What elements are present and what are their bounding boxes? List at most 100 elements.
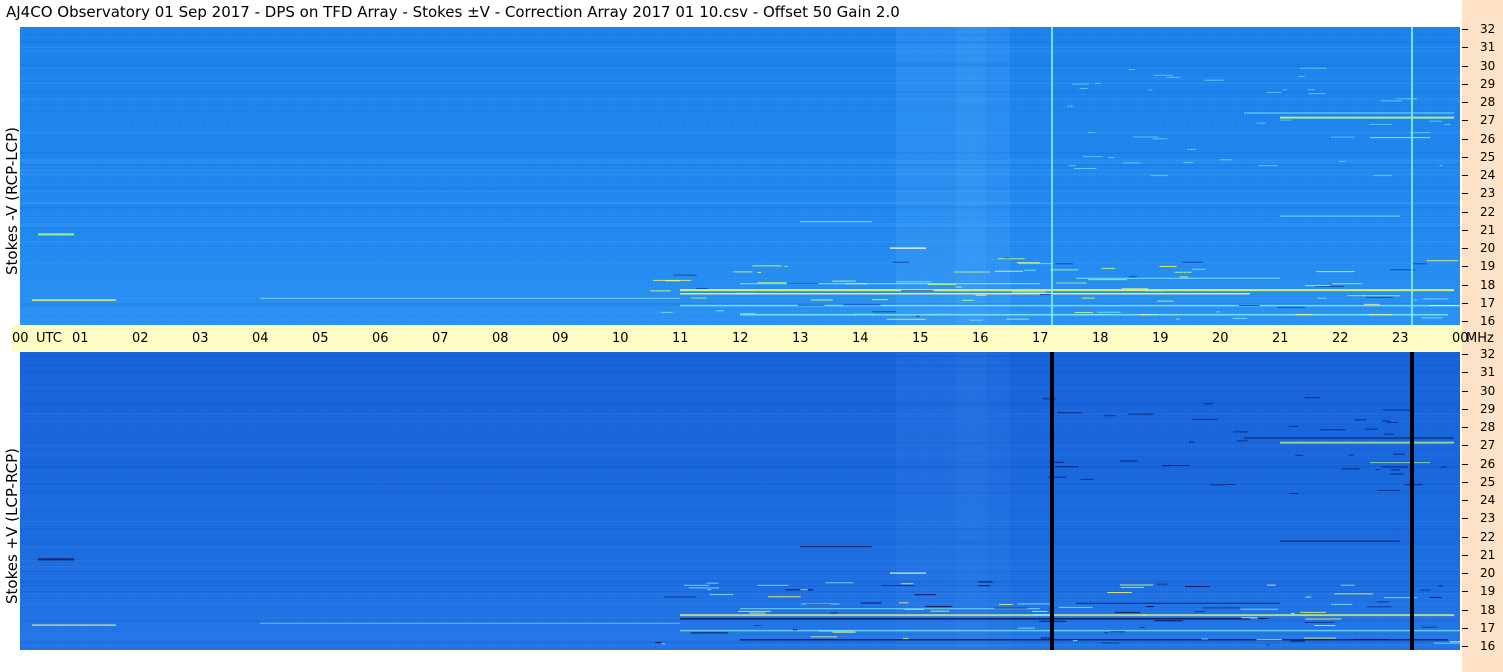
time-label-15: 15 [912, 331, 929, 346]
texture-band [20, 542, 1460, 545]
time-label-14: 14 [852, 331, 869, 346]
time-axis: 00 UTC 01 02 03 04 05 06 07 08 09 10 11 12 13 14 15 16 1… [12, 326, 1469, 352]
texture-band [20, 584, 1460, 587]
texture-band [20, 174, 1460, 176]
time-label-20: 20 [1212, 331, 1229, 346]
texture-band [20, 580, 1460, 583]
bottom-freq-label-19: 19 [1480, 584, 1496, 599]
texture-band [20, 311, 1460, 314]
bottom-spectrogram-svg [20, 352, 1460, 650]
top-freq-tick-25 [1462, 156, 1468, 158]
texture-band [20, 592, 1460, 595]
bottom-freq-label-20: 20 [1480, 566, 1496, 580]
bottom-freq-tick-20 [1462, 573, 1468, 574]
time-label-19: 19 [1152, 331, 1169, 346]
time-label-3: 03 [192, 331, 209, 346]
texture-band [20, 524, 1460, 526]
time-label-2: 02 [132, 331, 149, 346]
bottom-freq-tick-31 [1462, 372, 1468, 374]
mhz-unit-label: MHz [1466, 331, 1494, 346]
top-freq-tick-24 [1462, 175, 1468, 176]
bottom-freq-tick-26 [1462, 463, 1468, 465]
top-freq-label-26: 26 [1480, 131, 1496, 146]
texture-band [20, 568, 1460, 570]
bottom-freq-tick-24 [1462, 500, 1468, 501]
time-label-22: 22 [1332, 331, 1349, 346]
texture-band [20, 187, 1460, 190]
top-spectrogram-svg [20, 27, 1460, 325]
bottom-spectrogram [20, 352, 1460, 650]
bottom-freq-label-24: 24 [1480, 493, 1496, 507]
bottom-freq-label-16: 16 [1480, 639, 1496, 653]
top-freq-label-24: 24 [1480, 168, 1496, 182]
bottom-freq-label-17: 17 [1480, 620, 1496, 635]
top-freq-label-16: 16 [1480, 314, 1496, 328]
texture-band [20, 453, 1460, 455]
top-freq-tick-27 [1462, 120, 1468, 122]
bottom-freq-tick-28 [1462, 427, 1468, 428]
haze-band [896, 27, 1010, 325]
time-label-21: 21 [1272, 331, 1289, 346]
time-label-11: 11 [672, 331, 689, 346]
time-label-17: 17 [1032, 331, 1049, 346]
time-label-start: 00 [12, 331, 29, 346]
bottom-freq-tick-30 [1462, 390, 1468, 392]
texture-band [20, 641, 1460, 644]
texture-band [20, 240, 1460, 243]
texture-band [20, 461, 1460, 464]
top-freq-tick-18 [1462, 284, 1468, 286]
time-label-7: 07 [432, 331, 449, 346]
texture-band [20, 483, 1460, 486]
texture-band [20, 262, 1460, 264]
time-label-12: 12 [732, 331, 749, 346]
texture-band [20, 559, 1460, 562]
top-freq-tick-23 [1462, 193, 1468, 195]
top-freq-tick-21 [1462, 229, 1468, 231]
plot-title: AJ4CO Observatory 01 Sep 2017 - DPS on T… [6, 3, 900, 21]
texture-band [20, 413, 1460, 416]
bottom-freq-label-22: 22 [1480, 529, 1496, 544]
texture-band [20, 571, 1460, 573]
texture-band [20, 64, 1460, 67]
top-freq-label-28: 28 [1480, 95, 1496, 109]
bottom-freq-label-18: 18 [1480, 602, 1496, 617]
texture-band [20, 520, 1460, 523]
top-freq-label-17: 17 [1480, 295, 1496, 310]
bottom-freq-tick-29 [1462, 408, 1468, 410]
top-freq-tick-16 [1462, 321, 1468, 322]
top-freq-label-27: 27 [1480, 113, 1496, 128]
texture-band [20, 157, 1460, 160]
texture-band [20, 91, 1460, 93]
bottom-freq-label-32: 32 [1480, 347, 1496, 361]
texture-band [20, 41, 1460, 44]
top-freq-label-32: 32 [1480, 22, 1496, 36]
texture-band [20, 528, 1460, 531]
texture-band [20, 49, 1460, 53]
time-label-16: 16 [972, 331, 989, 346]
time-label-8: 08 [492, 331, 509, 346]
texture-band [20, 190, 1460, 192]
texture-band [20, 420, 1460, 423]
time-label-9: 09 [552, 331, 569, 346]
haze-band-2 [956, 27, 986, 325]
bottom-freq-label-30: 30 [1480, 383, 1496, 398]
texture-band [20, 364, 1460, 366]
time-label-5: 05 [312, 331, 329, 346]
texture-band [20, 619, 1460, 622]
texture-band [20, 98, 1460, 101]
bottom-freq-label-27: 27 [1480, 438, 1496, 453]
bottom-freq-tick-16 [1462, 646, 1468, 647]
texture-band [20, 169, 1460, 172]
texture-band [20, 223, 1460, 227]
time-label-23: 23 [1392, 331, 1409, 346]
texture-band [20, 192, 1460, 194]
bottom-freq-tick-17 [1462, 627, 1468, 629]
texture-band [20, 503, 1460, 507]
bottom-freq-label-21: 21 [1480, 547, 1496, 562]
top-freq-tick-32 [1462, 29, 1468, 30]
bottom-freq-tick-25 [1462, 481, 1468, 483]
top-freq-label-18: 18 [1480, 277, 1496, 292]
top-freq-tick-29 [1462, 83, 1468, 85]
top-freq-label-20: 20 [1480, 241, 1496, 255]
bottom-freq-tick-32 [1462, 354, 1468, 355]
